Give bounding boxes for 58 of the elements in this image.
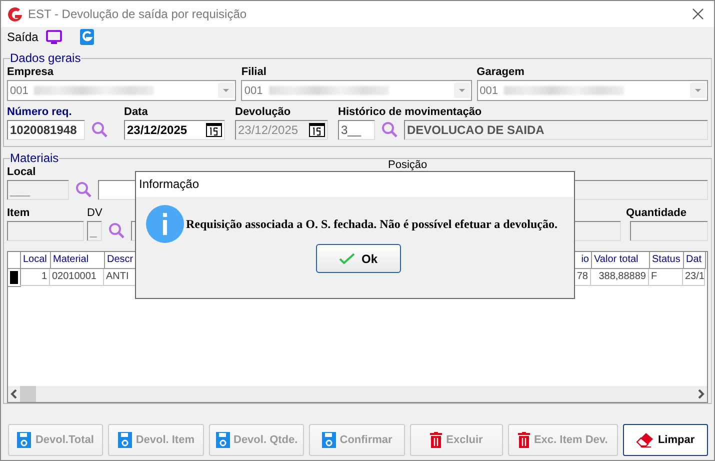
table-cell: F <box>649 269 683 286</box>
field-label: Quantidade <box>626 206 688 221</box>
table-cell: 1 <box>20 269 50 286</box>
input-field[interactable]: 3__ <box>338 120 375 140</box>
input-field[interactable]: _ <box>87 221 102 241</box>
window-title: EST - Devolução de saída por requisição <box>28 7 248 21</box>
input-field: DEVOLUCAO DE SAIDA <box>404 120 708 140</box>
action-button[interactable]: Limpar <box>622 424 708 456</box>
input-field[interactable]: ___ <box>7 180 69 200</box>
field-label: Filial <box>241 65 268 80</box>
horizontal-scrollbar[interactable] <box>8 386 707 402</box>
monitor-icon[interactable] <box>46 30 62 44</box>
dropdown[interactable]: 001 <box>7 80 236 101</box>
field-label: Data <box>124 105 149 120</box>
row-indicator[interactable] <box>8 269 20 286</box>
checkmark-icon <box>339 252 356 264</box>
column-header[interactable]: Local <box>21 252 51 269</box>
table-cell: 23/1 <box>683 269 705 286</box>
dropdown[interactable]: 001 <box>476 80 708 101</box>
search-icon[interactable] <box>91 121 108 138</box>
field-label: Posição <box>388 159 428 173</box>
trash-icon <box>430 432 442 448</box>
field-label: Empresa <box>7 65 54 80</box>
field-label: DV <box>87 206 104 221</box>
app-logo-icon[interactable] <box>80 29 94 45</box>
field-label: Garagem <box>476 65 526 80</box>
info-icon <box>146 205 184 243</box>
dialog-message: Requisição associada a O. S. fechada. Não é possível efetuar a devolução. <box>186 216 558 232</box>
field-label: Devolução <box>235 105 292 120</box>
search-icon[interactable] <box>381 121 398 138</box>
field-label: Local <box>7 165 37 180</box>
app-logo-icon <box>7 6 23 22</box>
field-label: Número req. <box>7 105 73 120</box>
table-cell: 388,88889 <box>591 269 649 286</box>
field-label: Item <box>7 206 31 221</box>
menu-label[interactable]: Saída <box>7 30 38 44</box>
input-field[interactable] <box>630 221 708 241</box>
ok-button[interactable]: Ok <box>316 244 401 273</box>
input-field[interactable]: 1020081948 <box>7 120 85 140</box>
search-icon[interactable] <box>108 222 125 239</box>
input-field[interactable] <box>7 221 84 241</box>
trash-icon <box>518 432 530 448</box>
calendar-icon[interactable] <box>206 123 222 137</box>
field-label: Histórico de movimentação <box>338 105 483 120</box>
group-title: Materiais <box>10 151 59 165</box>
search-icon[interactable] <box>75 181 92 198</box>
dropdown[interactable]: 001 <box>241 80 472 101</box>
dialog-title: Informação <box>136 172 574 197</box>
date-field[interactable]: 23/12/2025 <box>124 120 225 140</box>
column-header[interactable]: Status <box>650 252 684 269</box>
scrollbar-thumb[interactable] <box>20 386 36 402</box>
eraser-icon <box>636 432 654 448</box>
table-cell: 02010001 <box>50 269 104 286</box>
close-icon[interactable] <box>692 8 704 20</box>
column-header[interactable]: Dat <box>684 252 706 269</box>
column-header[interactable]: Material <box>51 252 105 269</box>
column-header[interactable]: Valor total <box>592 252 650 269</box>
group-title: Dados gerais <box>10 51 81 65</box>
